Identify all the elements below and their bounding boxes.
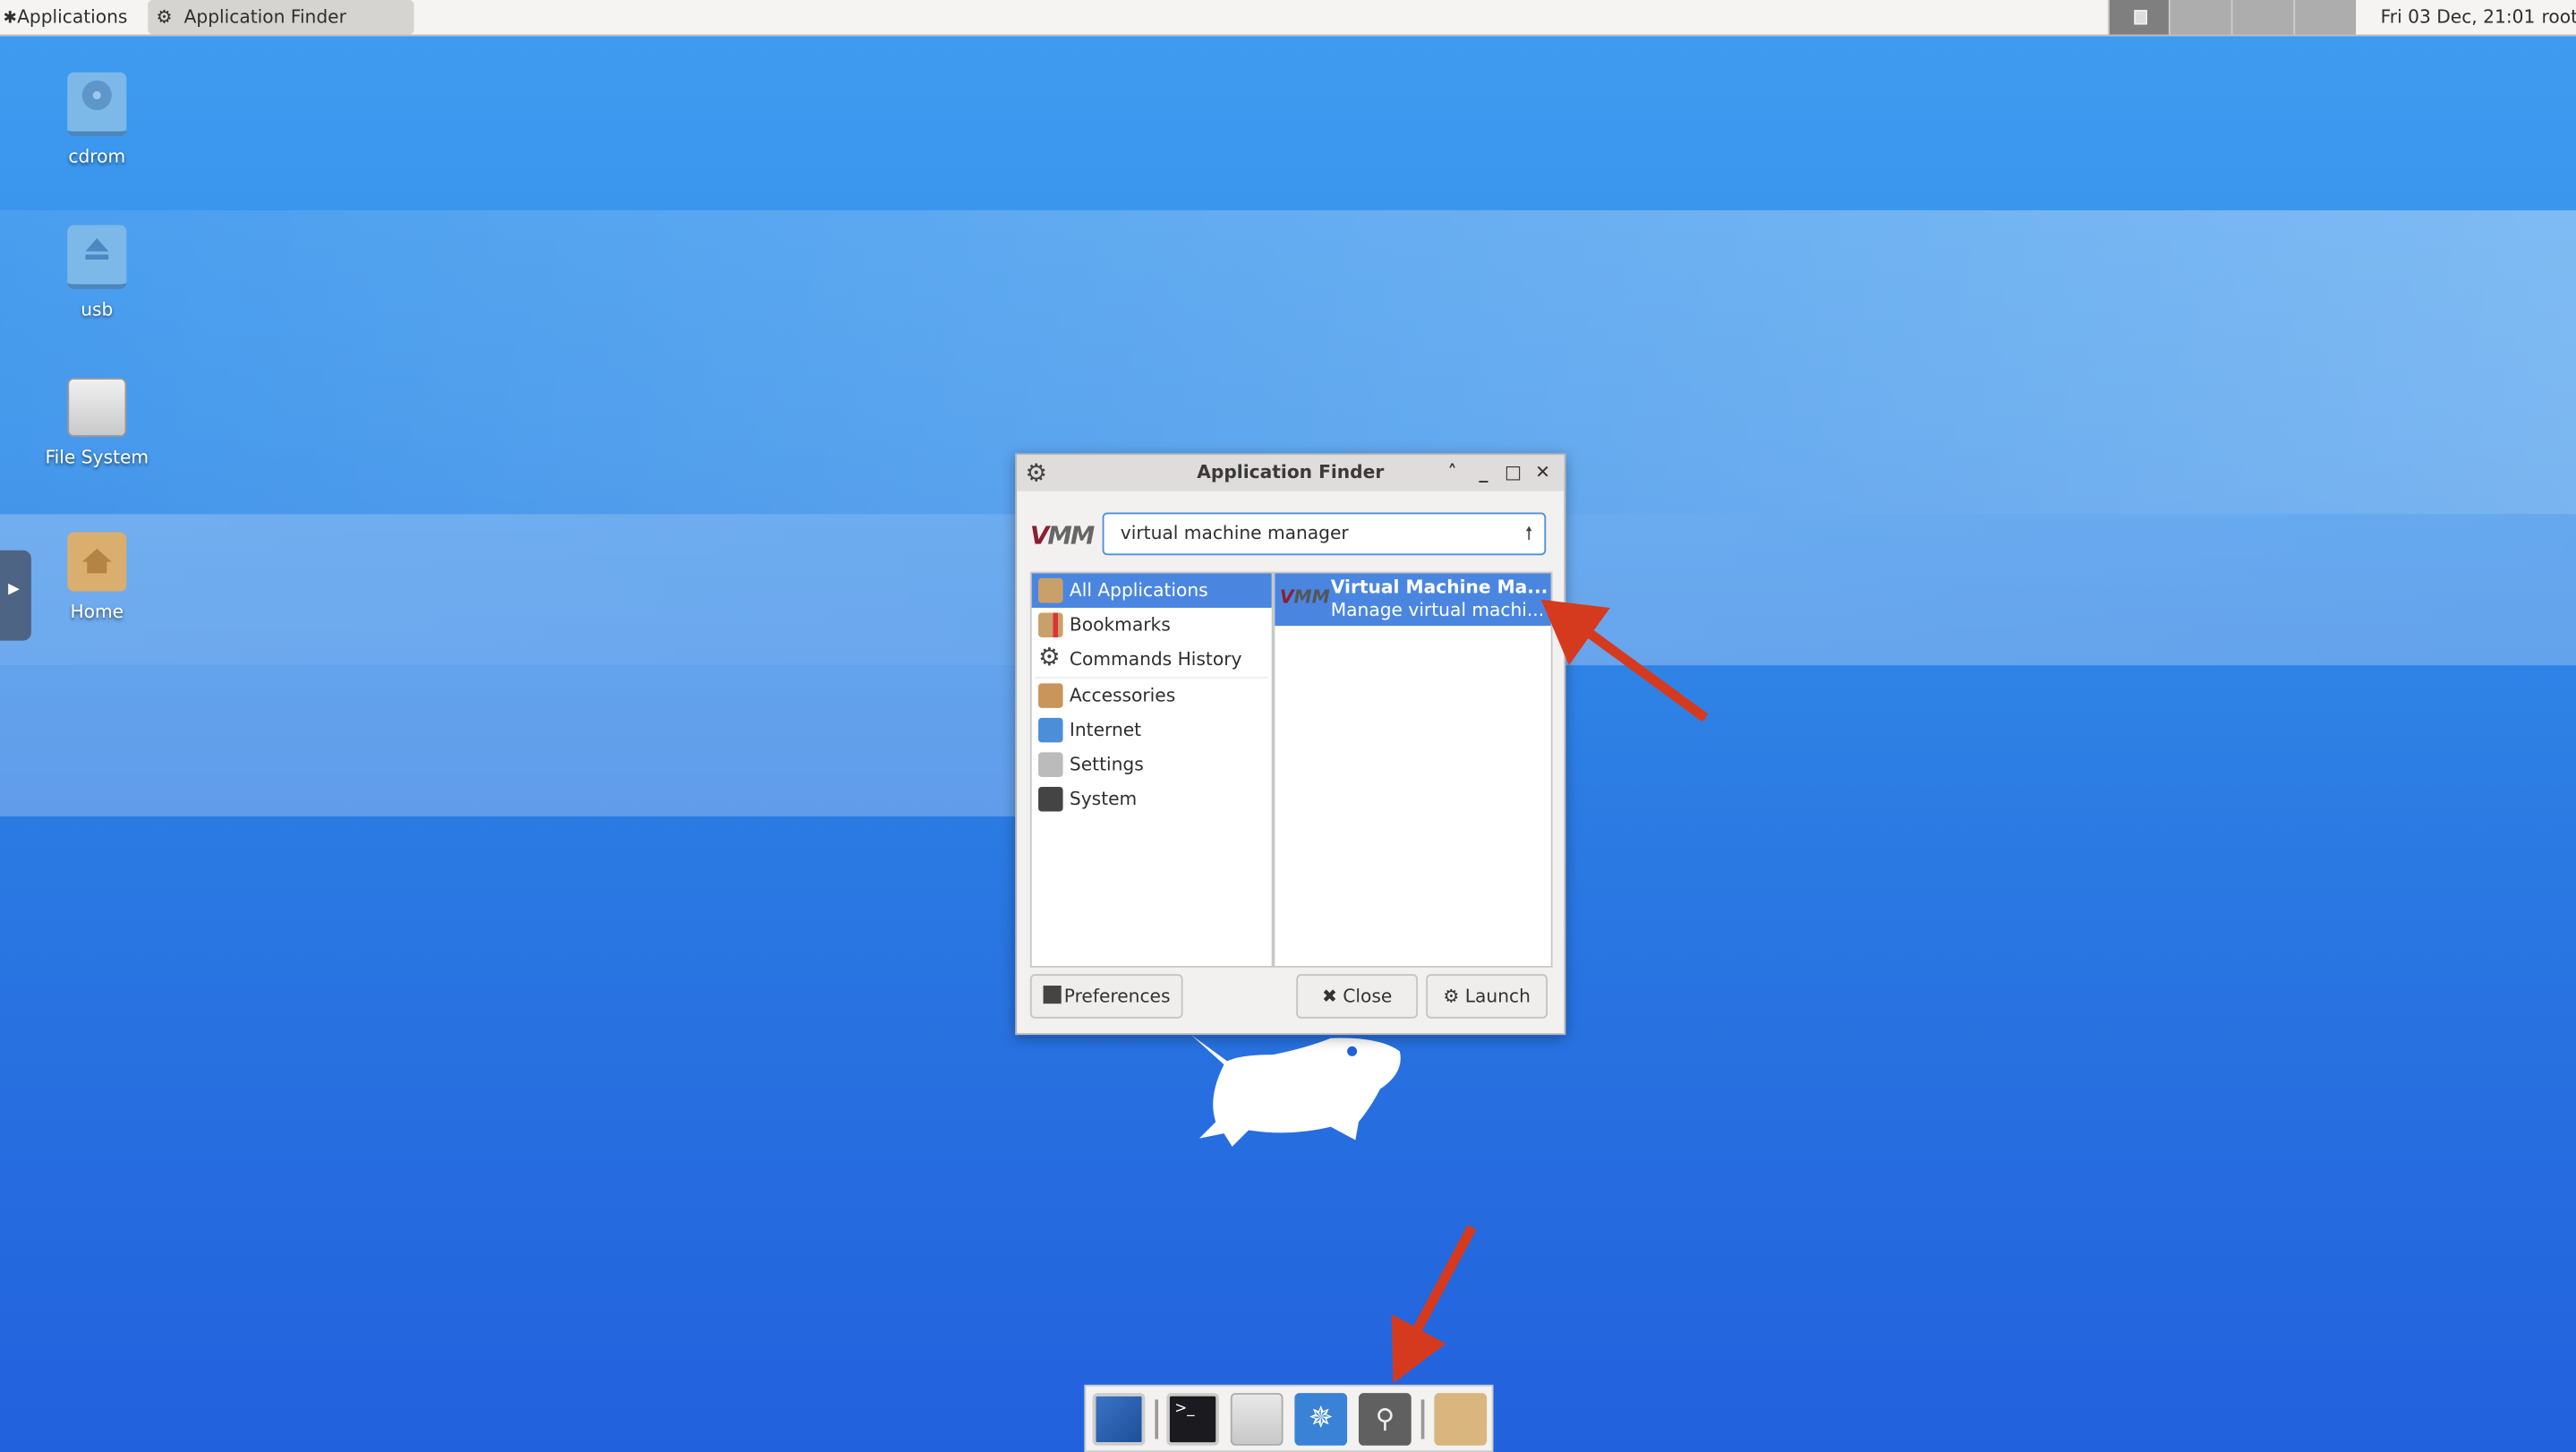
arrow-to-dock-search (1391, 1225, 1477, 1384)
desktop: ✱Applications ⚙ Application Finder Fri 03… (0, 0, 2576, 1452)
arrow-to-result (1540, 599, 1709, 722)
annotation-arrows (1391, 599, 1709, 1384)
